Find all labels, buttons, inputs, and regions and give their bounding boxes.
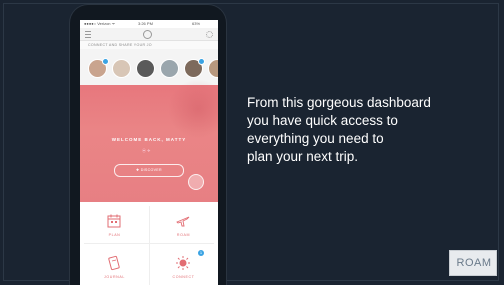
status-bar: ●●●●○ Verizon ᯤ 3:26 PM 63% xyxy=(80,20,218,28)
logo-icon xyxy=(143,30,152,39)
hero-icons: ⦿ ✈ xyxy=(142,148,151,153)
tile-roam-label: ROAM xyxy=(176,233,191,237)
connect-header-label: CONNECT AND SHARE YOUR JO xyxy=(88,43,152,47)
palm-decoration xyxy=(168,79,218,139)
nav-bar xyxy=(80,28,218,41)
airplane-icon xyxy=(176,216,190,227)
connect-header: CONNECT AND SHARE YOUR JO xyxy=(80,41,218,49)
avatar-4[interactable] xyxy=(160,59,179,78)
carrier-label: ●●●●○ Verizon ᯤ xyxy=(84,21,116,26)
discover-button[interactable]: ✚ DISCOVER xyxy=(114,164,184,177)
caption-text: From this gorgeous dashboard you have qu… xyxy=(247,94,497,166)
avatar-badge xyxy=(102,58,109,65)
tile-plan[interactable]: PLAN xyxy=(80,202,149,243)
caption-line: From this gorgeous dashboard xyxy=(247,95,431,110)
avatar-badge xyxy=(198,58,205,65)
watermark-label: ROAM xyxy=(456,257,492,269)
tile-roam[interactable]: ROAM xyxy=(149,202,218,243)
settings-icon[interactable] xyxy=(206,31,213,38)
menu-icon[interactable] xyxy=(85,31,91,38)
calendar-icon xyxy=(107,214,121,228)
avatar-6[interactable] xyxy=(208,59,218,78)
welcome-title: WELCOME BACK, MATTY xyxy=(111,137,187,142)
touch-indicator xyxy=(188,174,204,190)
caption-line: you have quick access to xyxy=(247,113,398,128)
video-frame: ●●●●○ Verizon ᯤ 3:26 PM 63% CONNECT AND … xyxy=(0,0,504,285)
battery-label: 63% xyxy=(192,21,201,26)
tile-journal[interactable]: JOURNAL xyxy=(80,244,149,285)
tile-journal-label: JOURNAL xyxy=(104,275,125,279)
tile-plan-label: PLAN xyxy=(108,233,121,237)
phone-screen: ●●●●○ Verizon ᯤ 3:26 PM 63% CONNECT AND … xyxy=(80,20,218,285)
dashboard-grid: PLAN ROAM JOURNAL 1 CONNECT xyxy=(80,202,218,285)
roam-watermark-logo: ROAM xyxy=(449,250,497,276)
connect-badge: 1 xyxy=(198,250,204,256)
avatar-3[interactable] xyxy=(136,59,155,78)
tile-connect-label: CONNECT xyxy=(172,275,195,279)
journal-icon xyxy=(108,255,120,271)
caption-line: plan your next trip. xyxy=(247,149,359,164)
tile-connect[interactable]: 1 CONNECT xyxy=(149,244,218,285)
avatar-2[interactable] xyxy=(112,59,131,78)
connect-icon xyxy=(176,256,190,270)
caption-line: everything you need to xyxy=(247,131,384,146)
clock-label: 3:26 PM xyxy=(138,21,153,26)
